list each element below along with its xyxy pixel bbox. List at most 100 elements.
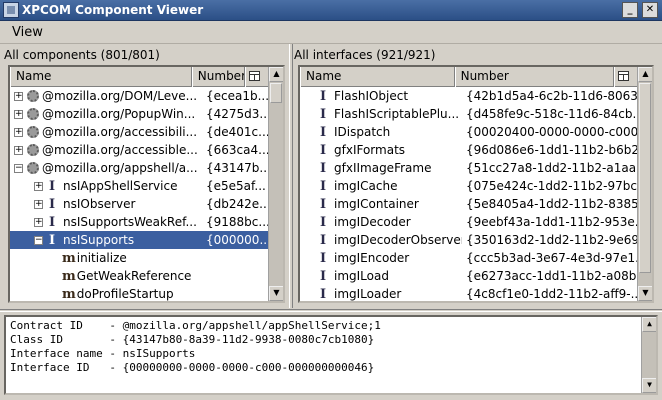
component-row[interactable]: + InsIAppShellService {e5e5af...	[10, 177, 268, 195]
scroll-down-icon[interactable]: ▼	[269, 286, 283, 301]
interface-row[interactable]: IimgILoader {4c8cf1e0-1dd2-11b2-aff9-...	[300, 285, 637, 302]
interface-row[interactable]: IimgIEncoder {ccc5b3ad-3e67-4e3d-97e1...	[300, 249, 637, 267]
expand-icon[interactable]: +	[14, 127, 23, 137]
component-name: @mozilla.org/accessibili...	[42, 125, 198, 139]
interface-row[interactable]: IgfxIImageFrame {51cc27a8-1dd2-11b2-a1aa.…	[300, 159, 637, 177]
component-row[interactable]: + InsIObserver {db242e...	[10, 195, 268, 213]
interface-icon: I	[319, 178, 327, 194]
details-scrollbar[interactable]: ▲ ▼	[641, 317, 656, 393]
collapse-icon[interactable]: −	[34, 235, 43, 245]
component-row[interactable]: m GetWeakReference	[10, 267, 268, 285]
interface-icon: I	[48, 214, 56, 230]
interface-icon: I	[319, 196, 327, 212]
interface-number: {e6273acc-1dd1-11b2-a08b...	[466, 269, 637, 283]
scroll-up-icon[interactable]: ▲	[269, 67, 283, 82]
component-number: {43147b...	[206, 161, 268, 175]
components-header: Name Number	[10, 67, 268, 87]
scroll-up-icon[interactable]: ▲	[638, 67, 652, 82]
interface-icon: I	[319, 142, 327, 158]
column-picker-icon[interactable]	[613, 67, 637, 87]
interfaces-pane-label: All interfaces (921/921)	[294, 48, 436, 62]
component-row[interactable]: m initialize	[10, 249, 268, 267]
menu-view[interactable]: View	[0, 23, 55, 42]
interfaces-column-number[interactable]: Number	[454, 67, 614, 87]
components-column-name[interactable]: Name	[10, 67, 192, 87]
interfaces-header: Name Number	[300, 67, 637, 87]
interface-row[interactable]: I IDispatch {00020400-0000-0000-c000...	[300, 123, 637, 141]
expand-icon[interactable]: +	[14, 145, 23, 155]
component-row[interactable]: − @mozilla.org/appshell/a... {43147b...	[10, 159, 268, 177]
component-name: GetWeakReference	[76, 269, 192, 283]
component-number	[202, 267, 268, 285]
detail-line: Class ID - {43147b80-8a39-11d2-9938-0080…	[10, 333, 375, 346]
expand-icon[interactable]: +	[14, 109, 23, 119]
component-number: {de401c...	[206, 125, 268, 139]
interfaces-scrollbar[interactable]: ▲ ▼	[637, 67, 652, 301]
interface-icon: I	[48, 232, 56, 248]
interface-icon: I	[319, 214, 327, 230]
expand-icon[interactable]: +	[14, 91, 23, 101]
interface-icon: I	[319, 160, 327, 176]
scroll-down-icon[interactable]: ▼	[642, 378, 656, 393]
component-name: nsIAppShellService	[63, 179, 178, 193]
interface-row[interactable]: IimgICache {075e424c-1dd2-11b2-97bc...	[300, 177, 637, 195]
interface-number: {9eebf43a-1dd1-11b2-953e...	[466, 215, 637, 229]
interface-name: imgILoad	[334, 269, 389, 283]
horizontal-splitter[interactable]	[0, 309, 662, 312]
component-icon	[27, 108, 39, 120]
scroll-up-icon[interactable]: ▲	[642, 317, 656, 332]
expand-icon[interactable]: +	[34, 217, 43, 227]
method-icon: m	[62, 268, 76, 284]
scroll-thumb[interactable]	[639, 83, 651, 273]
detail-line: Contract ID - @mozilla.org/appshell/appS…	[10, 319, 381, 332]
minimize-button[interactable]: _	[622, 2, 638, 18]
component-row[interactable]: + @mozilla.org/accessibili... {de401c...	[10, 123, 268, 141]
close-button[interactable]: ✕	[642, 2, 658, 18]
expand-icon[interactable]: +	[34, 181, 43, 191]
interface-number: {51cc27a8-1dd2-11b2-a1aa...	[466, 161, 637, 175]
interface-name: gfxIImageFrame	[334, 161, 432, 175]
interface-row[interactable]: IimgIDecoderObserver {350163d2-1dd2-11b2-…	[300, 231, 637, 249]
components-column-number[interactable]: Number	[191, 67, 246, 87]
detail-line: Interface ID - {00000000-0000-0000-c000-…	[10, 361, 375, 374]
interface-row[interactable]: I FlashIObject {42b1d5a4-6c2b-11d6-8063...	[300, 87, 637, 105]
app-icon	[3, 2, 19, 18]
component-icon	[27, 90, 39, 102]
interface-row[interactable]: IimgIDecoder {9eebf43a-1dd1-11b2-953e...	[300, 213, 637, 231]
interfaces-column-name[interactable]: Name	[300, 67, 455, 87]
component-row[interactable]: + @mozilla.org/accessible... {663ca4...	[10, 141, 268, 159]
component-row[interactable]: + @mozilla.org/DOM/Leve... {ecea1b...	[10, 87, 268, 105]
vertical-splitter[interactable]	[289, 44, 293, 308]
expand-icon[interactable]: +	[34, 199, 43, 209]
interface-icon: I	[319, 106, 327, 122]
interface-number: {42b1d5a4-6c2b-11d6-8063...	[466, 89, 637, 103]
component-row[interactable]: − InsISupports {000000...	[10, 231, 268, 249]
interface-row[interactable]: IimgIContainer {5e8405a4-1dd2-11b2-8385..…	[300, 195, 637, 213]
component-name: @mozilla.org/accessible...	[42, 143, 198, 157]
interface-icon: I	[319, 268, 327, 284]
interface-row[interactable]: I FlashIScriptablePlu... {d458fe9c-518c-11…	[300, 105, 637, 123]
interface-icon: I	[319, 124, 327, 140]
scroll-down-icon[interactable]: ▼	[638, 286, 652, 301]
method-icon: m	[62, 286, 76, 302]
interface-row[interactable]: IimgILoad {e6273acc-1dd1-11b2-a08b...	[300, 267, 637, 285]
component-number: {ecea1b...	[206, 89, 268, 103]
components-tree[interactable]: Name Number + @mozilla.org/DOM/Leve... {ec…	[8, 65, 285, 303]
column-picker-icon[interactable]	[245, 67, 268, 87]
component-number: {e5e5af...	[206, 179, 266, 193]
interfaces-tree[interactable]: Name Number I FlashIObject {42b1d5a4-6c2b-…	[298, 65, 654, 303]
components-scrollbar[interactable]: ▲ ▼	[268, 67, 283, 301]
component-name: nsIObserver	[63, 197, 136, 211]
interface-row[interactable]: IgfxIFormats {96d086e6-1dd1-11b2-b6b2...	[300, 141, 637, 159]
component-icon	[27, 126, 39, 138]
collapse-icon[interactable]: −	[14, 163, 23, 173]
scroll-thumb[interactable]	[270, 83, 282, 103]
component-row[interactable]: + InsISupportsWeakRef... {9188bc...	[10, 213, 268, 231]
component-name: nsISupportsWeakRef...	[63, 215, 197, 229]
component-number: {4275d3...	[206, 107, 268, 121]
component-number: {9188bc...	[206, 215, 268, 229]
component-row[interactable]: + @mozilla.org/PopupWin... {4275d3...	[10, 105, 268, 123]
component-row[interactable]: m doProfileStartup	[10, 285, 268, 302]
interface-icon: I	[319, 286, 327, 302]
component-number: {db242e...	[206, 197, 268, 211]
